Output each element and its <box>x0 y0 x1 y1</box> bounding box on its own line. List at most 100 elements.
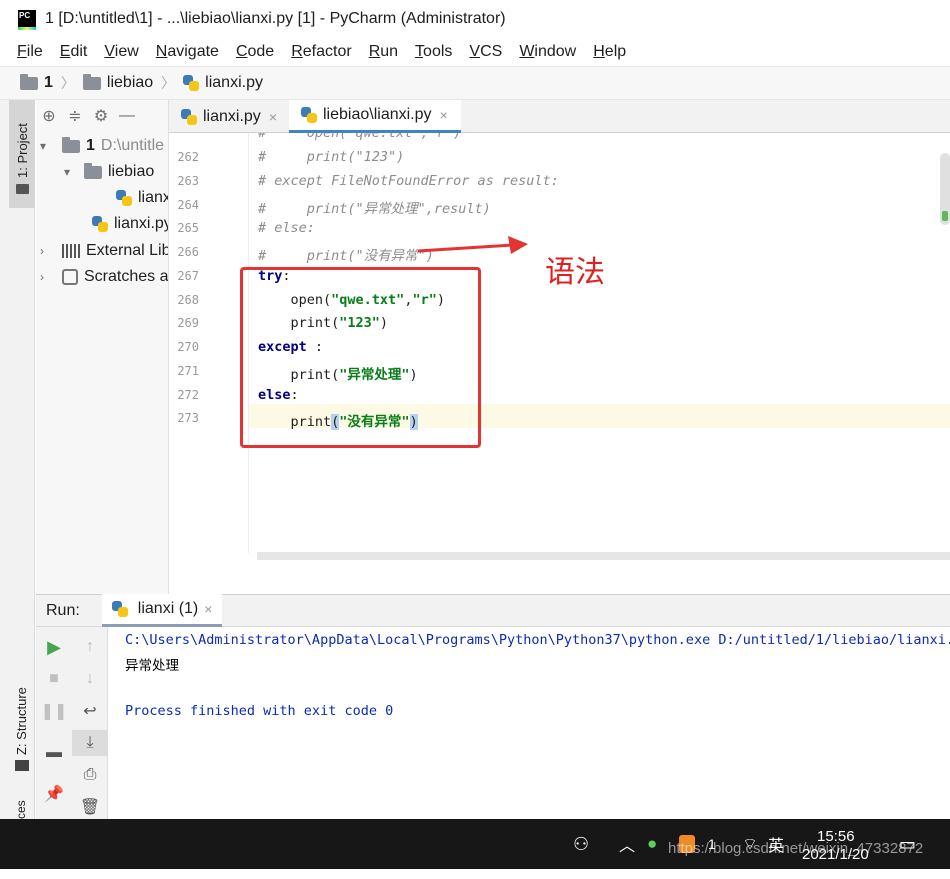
library-icon <box>62 244 80 258</box>
project-toolbar: ⊕ ≑ ⚙ — <box>36 100 168 132</box>
watermark: https://blog.csdn.net/weixin_47332872 <box>668 840 924 857</box>
chevron-right-icon[interactable]: › <box>40 244 54 258</box>
chevron-up-icon[interactable]: ︿ <box>619 819 635 869</box>
tree-item-external-libraries[interactable]: › External Lib <box>40 239 168 263</box>
tree-item-label: liebiao <box>108 163 155 180</box>
breadcrumb-project[interactable]: 1 <box>44 74 53 92</box>
menu-edit[interactable]: Edit <box>60 43 88 61</box>
run-console[interactable]: C:\Users\Administrator\AppData\Local\Pro… <box>108 627 950 819</box>
folder-icon <box>84 162 102 179</box>
stop-icon[interactable]: ■ <box>36 666 72 692</box>
chevron-down-icon[interactable]: ▾ <box>40 139 54 153</box>
tab-label: lianxi.py <box>203 107 261 125</box>
code-line[interactable]: # else: <box>258 220 315 236</box>
folder-icon <box>62 136 80 153</box>
python-file-icon <box>181 108 197 125</box>
menu-refactor[interactable]: Refactor <box>291 43 351 61</box>
locate-icon[interactable]: ⊕ <box>36 106 62 126</box>
python-file-icon <box>301 107 317 123</box>
status-ok-icon <box>942 211 948 221</box>
close-icon[interactable]: × <box>204 601 212 617</box>
code-line-cut: # open("qwe.txt","r") <box>258 133 462 141</box>
tree-item-scratches[interactable]: › Scratches a <box>40 265 168 289</box>
tree-item-lianx[interactable]: lianx <box>116 186 168 210</box>
project-panel: ⊕ ≑ ⚙ — ▾ 1 D:\untitle ▾ liebiao lianx l… <box>36 100 169 594</box>
horizontal-scrollbar[interactable] <box>257 552 950 560</box>
minimize-icon[interactable]: — <box>114 107 140 125</box>
gear-icon[interactable]: ⚙ <box>88 106 114 126</box>
menu-navigate[interactable]: Navigate <box>156 43 219 61</box>
run-panel-header: Run: lianxi (1) × <box>36 594 950 627</box>
line-number: 269 <box>177 316 199 330</box>
chevron-right-icon[interactable]: › <box>40 270 54 284</box>
tree-item-path: D:\untitle <box>100 137 165 154</box>
arrow-down-icon[interactable]: ↓ <box>72 666 108 692</box>
close-icon[interactable]: × <box>440 107 448 123</box>
menu-bar: File Edit View Navigate Code Refactor Ru… <box>0 38 950 66</box>
line-number: 263 <box>177 174 199 188</box>
breadcrumb-folder[interactable]: liebiao <box>107 74 153 92</box>
run-tab-label: lianxi (1) <box>137 600 199 617</box>
menu-file[interactable]: File <box>17 43 43 61</box>
error-stripe-indicator[interactable] <box>940 153 950 225</box>
people-icon[interactable]: ⚇ <box>573 819 589 869</box>
run-toolbar-secondary: ↑ ↓ ↩ ⤓ ⎙ 🗑 <box>72 627 108 819</box>
soft-wrap-icon[interactable]: ↩ <box>72 698 108 724</box>
tab-liebiao-lianxi-py[interactable]: liebiao\lianxi.py × <box>289 100 461 133</box>
menu-view[interactable]: View <box>104 43 138 61</box>
menu-help[interactable]: Help <box>593 43 626 61</box>
editor-tabs: lianxi.py × liebiao\lianxi.py × <box>169 100 950 133</box>
menu-code[interactable]: Code <box>236 43 274 61</box>
layout-icon[interactable]: ▬ <box>36 740 72 766</box>
chevron-right-icon: 〉 <box>161 75 176 91</box>
line-number-gutter: 262 263 264 265 266 267 268 269 270 271 … <box>169 133 249 553</box>
window-title: 1 [D:\untitled\1] - ...\liebiao\lianxi.p… <box>45 10 506 27</box>
project-tool-tab[interactable]: 1: Project <box>9 100 35 208</box>
pin-icon[interactable]: 📌 <box>36 781 72 807</box>
folder-icon <box>82 73 101 90</box>
code-line[interactable]: # print("123") <box>258 149 404 165</box>
breadcrumb-file[interactable]: lianxi.py <box>205 74 263 92</box>
logo-text: PC <box>19 11 31 20</box>
tree-item-label: lianxi.py <box>114 215 169 232</box>
menu-run[interactable]: Run <box>369 43 398 61</box>
arrow-up-icon[interactable]: ↑ <box>72 634 108 660</box>
menu-tools[interactable]: Tools <box>415 43 452 61</box>
tree-item-lianxi-py[interactable]: lianxi.py <box>92 212 169 236</box>
line-number: 266 <box>177 245 199 259</box>
annotation-label: 语法 <box>545 255 605 290</box>
tree-item-liebiao[interactable]: ▾ liebiao <box>64 160 154 184</box>
console-line-command: C:\Users\Administrator\AppData\Local\Pro… <box>125 632 950 648</box>
tree-item-label: 1 <box>86 137 95 154</box>
close-icon[interactable]: × <box>269 109 277 125</box>
console-line-output: 异常处理 <box>125 658 179 674</box>
favorites-tool-tab[interactable]: ces <box>14 800 28 819</box>
tree-item-project[interactable]: ▾ 1 D:\untitle <box>40 134 164 158</box>
pycharm-logo-icon: PC <box>18 10 36 30</box>
menu-vcs[interactable]: VCS <box>469 43 502 61</box>
python-file-icon <box>92 216 108 232</box>
tree-item-label: Scratches a <box>84 268 169 285</box>
title-bar: PC 1 [D:\untitled\1] - ...\liebiao\lianx… <box>0 0 950 38</box>
tab-lianxi-py[interactable]: lianxi.py × <box>169 100 289 133</box>
run-tab-lianxi[interactable]: lianxi (1) × <box>101 594 223 627</box>
breadcrumb: 1 〉 liebiao 〉 lianxi.py <box>0 66 950 100</box>
code-line[interactable]: # print("没有异常") <box>258 244 434 264</box>
chevron-down-icon[interactable]: ▾ <box>64 165 78 179</box>
line-number: 264 <box>177 198 199 212</box>
menu-window[interactable]: Window <box>519 43 576 61</box>
pause-icon[interactable]: ❚❚ <box>36 698 72 724</box>
code-line[interactable]: # except FileNotFoundError as result: <box>258 173 559 189</box>
print-icon[interactable]: ⎙ <box>72 762 108 788</box>
code-line[interactable]: # print("异常处理",result) <box>258 197 491 217</box>
structure-tool-tab[interactable]: Z: Structure <box>14 687 29 755</box>
python-file-icon <box>183 75 200 91</box>
scroll-to-end-icon[interactable]: ⤓ <box>72 730 108 756</box>
rerun-icon[interactable]: ▶ <box>36 634 72 660</box>
run-toolbar-primary: ▶ ■ ❚❚ ▬ 📌 <box>36 627 72 819</box>
line-number: 272 <box>177 388 199 402</box>
chevron-right-icon: 〉 <box>60 75 75 91</box>
trash-icon[interactable]: 🗑 <box>72 794 108 820</box>
collapse-all-icon[interactable]: ≑ <box>62 106 88 126</box>
wechat-icon[interactable]: ● <box>647 819 657 869</box>
